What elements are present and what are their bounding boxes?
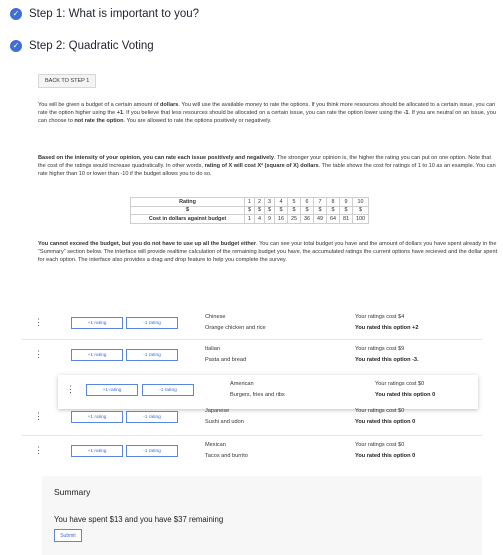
minus-one-rating-button[interactable]: -1 rating xyxy=(126,445,178,457)
cost-cell: 81 xyxy=(339,214,353,224)
minus-one-rating-button[interactable]: -1 rating xyxy=(126,317,178,329)
summary-title: Summary xyxy=(54,487,91,497)
instructions-paragraph-budget: You will be given a budget of a certain … xyxy=(38,102,496,124)
rating-cell: 2 xyxy=(254,197,265,207)
dollar-icon: $ xyxy=(352,205,369,215)
check-circle-icon: ✓ xyxy=(10,40,22,52)
option-description: Sushi and udon xyxy=(205,419,244,425)
minus-one-rating-button[interactable]: -1 rating xyxy=(142,384,194,396)
option-name: Chinese xyxy=(205,314,226,320)
instructions-paragraph-quadratic: Based on the intensity of your opinion, … xyxy=(38,155,496,177)
option-name: Italian xyxy=(205,346,220,352)
option-row-italian[interactable]: ⋮ +1 rating -1 rating Italian Pasta and … xyxy=(22,340,482,374)
option-name: Mexican xyxy=(205,442,226,448)
cost-cell: 49 xyxy=(313,214,327,224)
dollar-icon: $ xyxy=(313,205,327,215)
rating-cell: 6 xyxy=(300,197,314,207)
cost-cell: 100 xyxy=(352,214,369,224)
cost-table-rating-row: Rating 1 2 3 4 5 6 7 8 9 10 xyxy=(130,197,369,207)
option-cost: Your ratings cost $4 xyxy=(355,314,405,320)
option-rating: You rated this option -3. xyxy=(355,357,419,363)
cost-cell: 1 xyxy=(244,214,255,224)
budget-status: You have spent $13 and you have $37 rema… xyxy=(54,515,224,524)
plus-one-rating-button[interactable]: +1 rating xyxy=(71,411,123,423)
option-name: Japanese xyxy=(205,408,230,414)
dollar-icon: $ xyxy=(274,205,288,215)
cost-cell: 9 xyxy=(264,214,275,224)
option-description: Tacos and burrito xyxy=(205,453,248,459)
drag-handle-icon[interactable]: ⋮ xyxy=(34,411,43,422)
drag-handle-icon[interactable]: ⋮ xyxy=(66,384,75,395)
dollar-icon: $ xyxy=(300,205,314,215)
option-rating: You rated this option 0 xyxy=(355,453,416,459)
rating-cell: 1 xyxy=(244,197,255,207)
dollar-icon: $ xyxy=(244,205,255,215)
summary-panel: Summary You have spent $13 and you have … xyxy=(42,476,482,555)
option-row-chinese[interactable]: ⋮ +1 rating -1 rating Chinese Orange chi… xyxy=(22,308,482,342)
option-cost: Your ratings cost $0 xyxy=(355,442,405,448)
cost-cell: 25 xyxy=(287,214,301,224)
cost-cell: 16 xyxy=(274,214,288,224)
rating-cell: 9 xyxy=(339,197,353,207)
option-cost: Your ratings cost $0 xyxy=(375,381,425,387)
cost-cell: 36 xyxy=(300,214,314,224)
cost-table-rating-header: Rating xyxy=(130,197,245,207)
option-rating: You rated this option 0 xyxy=(375,392,436,398)
rating-cell: 10 xyxy=(352,197,369,207)
instructions-paragraph-budget-limit: You cannot exceed the budget, but you do… xyxy=(38,241,498,263)
plus-one-rating-button[interactable]: +1 rating xyxy=(86,384,138,396)
cost-table: Rating 1 2 3 4 5 6 7 8 9 10 $ $ $ $ $ $ … xyxy=(130,197,369,224)
option-description: Burgers, fries and ribs xyxy=(230,392,285,398)
step-1-header[interactable]: ✓ Step 1: What is important to you? xyxy=(10,8,199,20)
minus-one-rating-button[interactable]: -1 rating xyxy=(126,411,178,423)
cost-cell: 64 xyxy=(326,214,340,224)
cost-table-dollar-header: $ xyxy=(130,205,245,215)
dollar-icon: $ xyxy=(326,205,340,215)
option-description: Pasta and bread xyxy=(205,357,247,363)
dollar-icon: $ xyxy=(254,205,265,215)
check-circle-icon: ✓ xyxy=(10,8,22,20)
plus-one-rating-button[interactable]: +1 rating xyxy=(71,317,123,329)
option-description: Orange chicken and rice xyxy=(205,325,266,331)
plus-one-rating-button[interactable]: +1 rating xyxy=(71,349,123,361)
rating-cell: 4 xyxy=(274,197,288,207)
drag-handle-icon[interactable]: ⋮ xyxy=(34,317,43,328)
back-to-step-1-button[interactable]: BACK TO STEP 1 xyxy=(38,74,97,88)
cost-cell: 4 xyxy=(254,214,265,224)
drag-handle-icon[interactable]: ⋮ xyxy=(34,445,43,456)
step-2-label: Step 2: Quadratic Voting xyxy=(29,40,154,52)
option-name: American xyxy=(230,381,254,387)
dollar-icon: $ xyxy=(287,205,301,215)
drag-handle-icon[interactable]: ⋮ xyxy=(34,349,43,360)
option-cost: Your ratings cost $0 xyxy=(355,408,405,414)
plus-one-rating-button[interactable]: +1 rating xyxy=(71,445,123,457)
submit-button[interactable]: Submit xyxy=(54,529,82,542)
minus-one-rating-button[interactable]: -1 rating xyxy=(126,349,178,361)
cost-table-cost-row: Cost in dollars against budget 1 4 9 16 … xyxy=(130,214,369,224)
option-row-japanese[interactable]: ⋮ +1 rating -1 rating Japanese Sushi and… xyxy=(22,402,482,436)
cost-table-dollar-row: $ $ $ $ $ $ $ $ $ $ $ xyxy=(130,205,369,215)
step-2-header[interactable]: ✓ Step 2: Quadratic Voting xyxy=(10,40,154,52)
rating-cell: 5 xyxy=(287,197,301,207)
rating-cell: 7 xyxy=(313,197,327,207)
option-cost: Your ratings cost $9 xyxy=(355,346,405,352)
dollar-icon: $ xyxy=(339,205,353,215)
rating-cell: 8 xyxy=(326,197,340,207)
rating-cell: 3 xyxy=(264,197,275,207)
dollar-icon: $ xyxy=(264,205,275,215)
step-1-label: Step 1: What is important to you? xyxy=(29,8,200,20)
option-row-mexican[interactable]: ⋮ +1 rating -1 rating Mexican Tacos and … xyxy=(22,436,482,470)
option-rating: You rated this option 0 xyxy=(355,419,416,425)
option-rating: You rated this option +2 xyxy=(355,325,419,331)
cost-table-cost-header: Cost in dollars against budget xyxy=(130,214,245,224)
